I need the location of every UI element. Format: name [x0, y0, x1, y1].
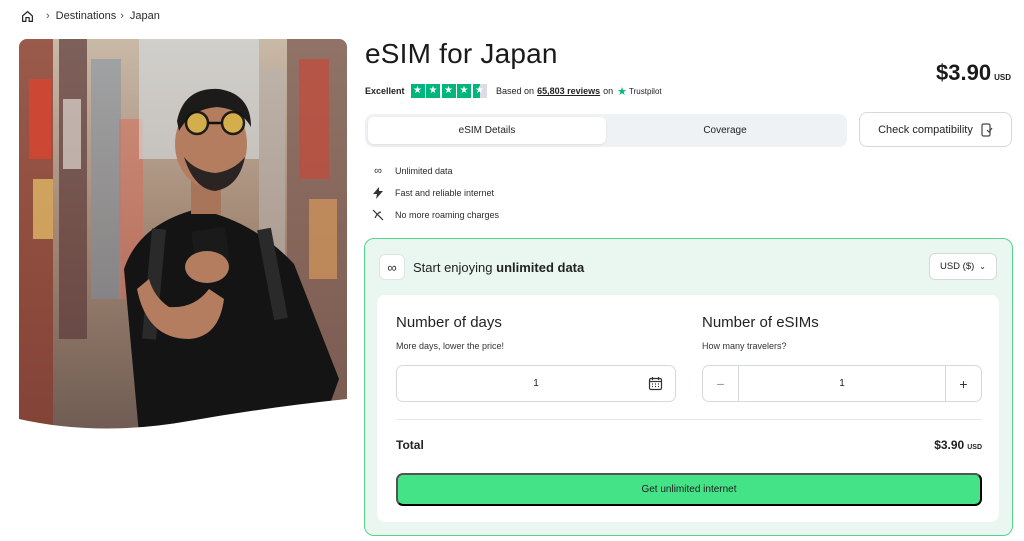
tab-coverage[interactable]: Coverage [606, 117, 844, 144]
chevron-down-icon: ⌄ [979, 262, 986, 271]
plan-card-title: Start enjoying unlimited data [413, 260, 584, 275]
plan-form: Number of days More days, lower the pric… [377, 295, 999, 522]
no-roaming-icon [370, 209, 386, 221]
esims-subtitle: How many travelers? [702, 341, 787, 351]
days-input[interactable]: 1 [396, 365, 676, 402]
star-icon: ★ [457, 84, 472, 98]
total-price: $3.90 USD [934, 438, 982, 452]
plan-card-header: ∞ Start enjoying unlimited data [379, 254, 584, 280]
days-subtitle: More days, lower the price! [396, 341, 505, 351]
page-title: eSIM for Japan [365, 38, 558, 69]
esims-value[interactable]: 1 [739, 378, 945, 389]
tab-esim-details[interactable]: eSIM Details [368, 117, 606, 144]
feature-unlimited-data: ∞ Unlimited data [370, 160, 499, 182]
feature-fast-internet: Fast and reliable internet [370, 182, 499, 204]
feature-list: ∞ Unlimited data Fast and reliable inter… [370, 160, 499, 226]
price-currency: USD [994, 73, 1011, 82]
trustpilot-rating: Excellent ★ ★ ★ ★ ★ Based on 65,803 revi… [365, 84, 662, 98]
based-on-text: Based on [496, 86, 535, 96]
check-compatibility-label: Check compatibility [878, 123, 973, 136]
feature-label: Unlimited data [395, 166, 453, 176]
breadcrumb: › Destinations › Japan [20, 9, 160, 23]
rating-text: Excellent [365, 86, 405, 96]
infinity-icon: ∞ [379, 254, 405, 280]
lightning-icon [370, 187, 386, 199]
product-price: $3.90 USD [936, 60, 1011, 86]
home-icon[interactable] [20, 9, 34, 23]
on-text: on [603, 86, 614, 96]
feature-label: No more roaming charges [395, 210, 500, 220]
esims-quantity-stepper: − 1 + [702, 365, 982, 402]
calendar-icon[interactable] [648, 376, 663, 391]
plan-card-title-prefix: Start enjoying [413, 259, 493, 275]
device-check-icon [981, 122, 993, 137]
star-icon: ★ [410, 84, 425, 98]
breadcrumb-destinations[interactable]: Destinations [56, 10, 117, 22]
chevron-right-icon: › [46, 10, 50, 22]
total-currency: USD [967, 444, 982, 451]
chevron-right-icon: › [120, 10, 124, 22]
trustpilot-brand: Trustpilot [629, 86, 662, 96]
feature-no-roaming: No more roaming charges [370, 204, 499, 226]
price-amount: $3.90 [936, 60, 992, 85]
esims-title: Number of eSIMs [702, 314, 819, 331]
star-icon: ★ [426, 84, 441, 98]
review-count-link[interactable]: 65,803 reviews [537, 86, 600, 96]
check-compatibility-button[interactable]: Check compatibility [859, 112, 1012, 147]
half-star-icon: ★ [472, 84, 487, 98]
trustpilot-star-icon: ★ [617, 85, 628, 98]
plan-card: ∞ Start enjoying unlimited data USD ($) … [364, 238, 1013, 536]
feature-label: Fast and reliable internet [395, 188, 495, 198]
currency-select-value: USD ($) [939, 261, 975, 272]
get-unlimited-internet-button[interactable]: Get unlimited internet [396, 473, 982, 506]
details-tabs: eSIM Details Coverage [365, 114, 847, 147]
infinity-icon: ∞ [374, 165, 382, 177]
breadcrumb-japan[interactable]: Japan [130, 10, 160, 22]
days-title: Number of days [396, 314, 502, 331]
increment-button[interactable]: + [945, 366, 981, 401]
divider [396, 419, 982, 420]
decrement-button[interactable]: − [703, 366, 739, 401]
total-label: Total [396, 438, 424, 452]
total-amount: $3.90 [934, 438, 965, 452]
rating-stars: ★ ★ ★ ★ ★ [410, 84, 489, 98]
currency-select[interactable]: USD ($) ⌄ [929, 253, 997, 280]
star-icon: ★ [441, 84, 456, 98]
plan-card-title-bold: unlimited data [496, 259, 585, 275]
hero-image [19, 39, 347, 434]
days-value: 1 [533, 378, 539, 389]
